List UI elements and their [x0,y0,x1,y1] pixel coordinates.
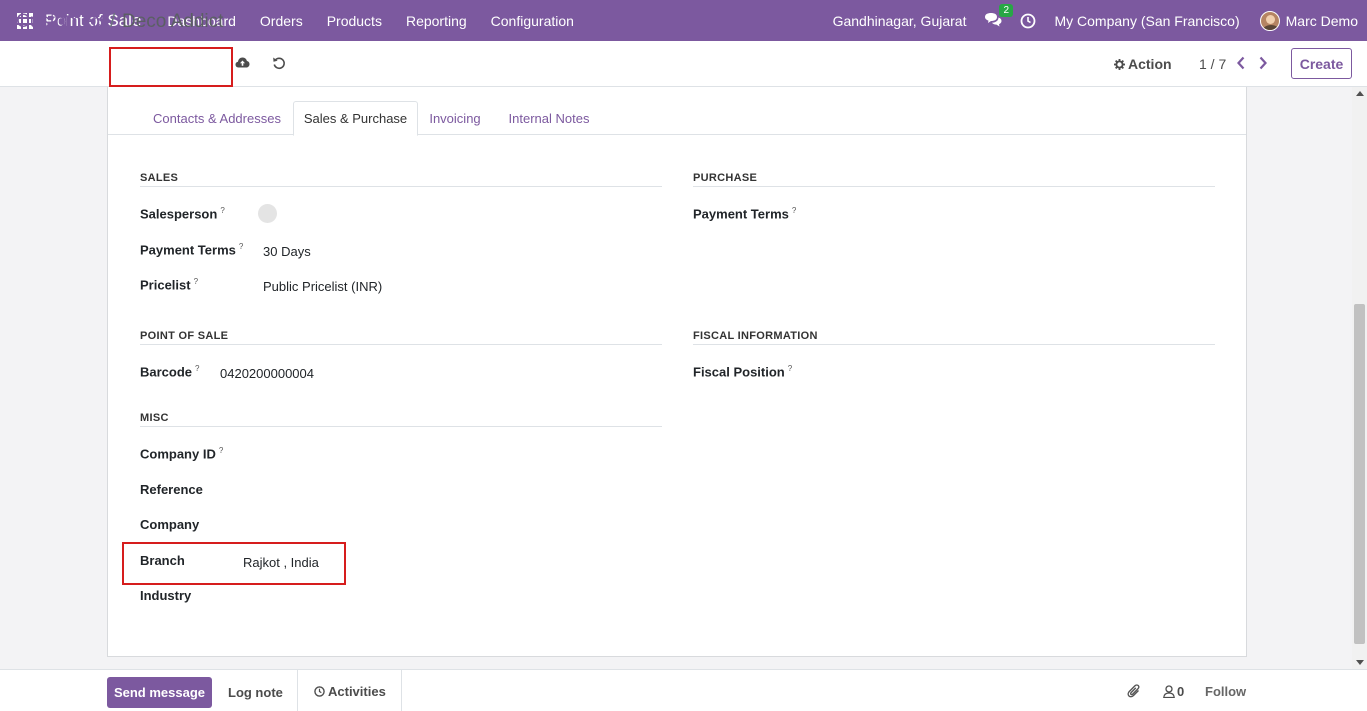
scroll-thumb[interactable] [1354,304,1365,644]
gear-icon [1114,58,1125,70]
payment-terms-field[interactable]: 30 Days [263,244,311,259]
chat-bubbles-icon[interactable]: 2 [984,3,1014,30]
action-label: Action [1128,56,1172,72]
section-misc-title: MISC [140,412,169,424]
activities-label: Activities [328,684,386,699]
breadcrumb-separator: / [110,11,116,32]
activities-button[interactable]: Activities [314,684,386,699]
highlight-box-branch [122,542,346,585]
tab-internal-notes[interactable]: Internal Notes [496,101,602,135]
section-sales-title: SALES [140,172,179,184]
menu-configuration[interactable]: Configuration [479,13,586,29]
pager-value[interactable]: 1 / 7 [1199,56,1226,72]
chevron-right-icon[interactable] [1258,56,1268,70]
purchase-payment-terms-label: Payment Terms? [693,206,797,222]
message-count-badge: 2 [999,3,1014,17]
highlight-box-title [109,47,233,87]
industry-label: Industry [140,588,192,603]
undo-icon[interactable] [272,56,286,70]
send-message-button[interactable]: Send message [107,677,212,708]
section-fiscal-title: FISCAL INFORMATION [693,330,818,342]
section-divider [693,344,1215,345]
cloud-upload-icon[interactable] [235,56,250,69]
section-divider [140,186,662,187]
payment-terms-label: Payment Terms? [140,242,244,258]
pricelist-field[interactable]: Public Pricelist (INR) [263,279,382,294]
follow-button[interactable]: Follow [1205,684,1246,699]
followers-count: 0 [1177,684,1185,699]
chatter-bar: Send message Log note Activities 0 Follo… [0,669,1367,711]
section-purchase-title: PURCHASE [693,172,758,184]
section-pos-title: POINT OF SALE [140,330,229,342]
notebook-tabs: Contacts & Addresses Sales & Purchase In… [108,101,1246,136]
clock-icon [314,686,325,697]
clock-icon[interactable] [1020,13,1036,29]
pricelist-label: Pricelist? [140,277,199,293]
log-note-button[interactable]: Log note [228,685,283,700]
chevron-left-icon[interactable] [1236,56,1246,70]
fiscal-position-label: Fiscal Position? [693,364,793,380]
tab-contacts-addresses[interactable]: Contacts & Addresses [142,101,292,135]
company-switcher[interactable]: My Company (San Francisco) [1054,13,1239,29]
chatter-divider [401,670,402,711]
company-label: Company [140,517,200,532]
barcode-label: Barcode? [140,364,200,380]
salesperson-avatar[interactable] [258,204,277,223]
action-menu-button[interactable]: Action [1114,56,1172,72]
tab-invoicing[interactable]: Invoicing [419,101,491,135]
section-divider [140,426,662,427]
scroll-up-arrow-icon[interactable] [1356,91,1364,96]
company-id-label: Company ID? [140,446,224,462]
navbar-systray: Gandhinagar, Gujarat 2 My Company (San F… [833,0,1367,41]
menu-products[interactable]: Products [315,13,394,29]
menu-orders[interactable]: Orders [248,13,315,29]
reference-label: Reference [140,482,203,497]
create-button[interactable]: Create [1291,48,1352,79]
page-scrollbar[interactable] [1352,87,1367,669]
section-divider [140,344,662,345]
location-label[interactable]: Gandhinagar, Gujarat [833,13,967,29]
scroll-down-arrow-icon[interactable] [1356,660,1364,665]
user-icon [1163,685,1175,698]
tab-sales-purchase[interactable]: Sales & Purchase [293,101,418,136]
breadcrumb-customers[interactable]: Customers [16,11,108,33]
paperclip-icon[interactable] [1127,683,1141,699]
salesperson-label: Salesperson? [140,206,225,222]
user-menu[interactable]: Marc Demo [1286,13,1358,29]
followers-button[interactable]: 0 [1163,684,1184,699]
menu-reporting[interactable]: Reporting [394,13,479,29]
chatter-divider [297,670,298,711]
breadcrumb-current: Deco Addict [122,11,224,32]
barcode-field[interactable]: 0420200000004 [220,366,314,381]
user-avatar[interactable] [1259,10,1280,31]
section-divider [693,186,1215,187]
